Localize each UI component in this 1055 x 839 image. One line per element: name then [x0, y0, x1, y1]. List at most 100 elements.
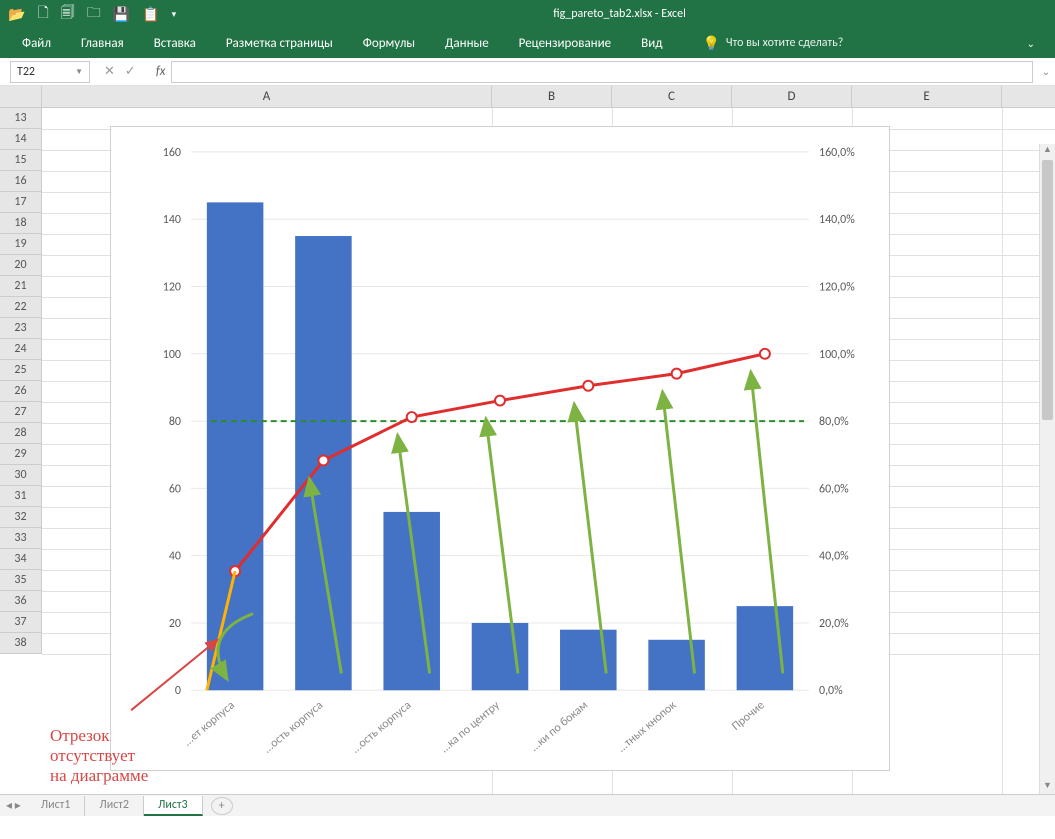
- pareto-chart[interactable]: 00,0%2020,0%4040,0%6060,0%8080,0%100100,…: [110, 126, 890, 771]
- row-header[interactable]: 15: [0, 150, 41, 171]
- bar: [560, 630, 617, 691]
- column-header[interactable]: A: [42, 86, 492, 107]
- copy-icon[interactable]: 🗐: [61, 2, 75, 26]
- bar: [648, 640, 705, 690]
- row-header[interactable]: 16: [0, 171, 41, 192]
- row-header[interactable]: 23: [0, 318, 41, 339]
- svg-text:0,0%: 0,0%: [819, 684, 843, 698]
- row-header[interactable]: 36: [0, 591, 41, 612]
- row-header[interactable]: 27: [0, 402, 41, 423]
- tell-me-placeholder: Что вы хотите сделать?: [726, 36, 843, 50]
- svg-text:40,0%: 40,0%: [819, 550, 849, 564]
- row-header[interactable]: 31: [0, 486, 41, 507]
- svg-text:140: 140: [163, 213, 181, 227]
- bar: [472, 623, 529, 690]
- ribbon-expand-icon[interactable]: ⌄: [1027, 37, 1035, 50]
- tab-insert[interactable]: Вставка: [152, 32, 198, 55]
- folder-icon[interactable]: 🗀: [87, 2, 101, 26]
- row-header[interactable]: 38: [0, 633, 41, 654]
- category-label: ...ость корпуса: [261, 699, 326, 757]
- formula-bar-expand-icon[interactable]: ⌄: [1037, 65, 1055, 78]
- open-icon[interactable]: 📂: [8, 6, 25, 23]
- sheet-tab[interactable]: Лист1: [27, 796, 86, 816]
- window-title: fig_pareto_tab2.xlsx - Excel: [184, 7, 1055, 21]
- row-header[interactable]: 18: [0, 213, 41, 234]
- tab-home[interactable]: Главная: [79, 32, 126, 55]
- row-header[interactable]: 17: [0, 192, 41, 213]
- sheet-nav[interactable]: ◂ ▸: [0, 798, 27, 813]
- row-header[interactable]: 34: [0, 549, 41, 570]
- category-label: ...ка по центру: [438, 698, 503, 756]
- category-label: Прочие: [729, 699, 767, 734]
- cumulative-marker: [672, 369, 682, 379]
- column-header[interactable]: B: [492, 86, 612, 107]
- category-label: ...тных кнопок: [615, 698, 680, 755]
- svg-text:100,0%: 100,0%: [819, 348, 855, 362]
- row-header[interactable]: 14: [0, 129, 41, 150]
- ribbon-tabs: Файл Главная Вставка Разметка страницы Ф…: [0, 28, 1055, 58]
- enter-formula-icon[interactable]: ✓: [125, 64, 136, 79]
- sheet-tabs-bar: ◂ ▸ Лист1Лист2Лист3 +: [0, 794, 1055, 816]
- svg-text:120: 120: [163, 280, 181, 294]
- row-header[interactable]: 19: [0, 234, 41, 255]
- add-sheet-button[interactable]: +: [211, 797, 233, 815]
- category-label: ...ет корпуса: [181, 699, 238, 750]
- tell-me-search[interactable]: 💡 Что вы хотите сделать?: [702, 35, 843, 52]
- scroll-down-icon[interactable]: ▼: [1040, 780, 1055, 794]
- scrollbar-thumb[interactable]: [1042, 160, 1053, 420]
- tab-review[interactable]: Рецензирование: [517, 32, 613, 55]
- tab-file[interactable]: Файл: [20, 32, 53, 55]
- sheet-tab[interactable]: Лист2: [85, 796, 144, 816]
- row-header[interactable]: 24: [0, 339, 41, 360]
- svg-text:60,0%: 60,0%: [819, 482, 849, 496]
- svg-text:80,0%: 80,0%: [819, 415, 849, 429]
- svg-text:60: 60: [169, 482, 181, 496]
- green-arrow: [662, 392, 694, 674]
- row-header[interactable]: 28: [0, 423, 41, 444]
- row-header[interactable]: 26: [0, 381, 41, 402]
- vertical-scrollbar[interactable]: ▲ ▼: [1039, 144, 1055, 794]
- row-header[interactable]: 21: [0, 276, 41, 297]
- row-header[interactable]: 20: [0, 255, 41, 276]
- svg-text:20: 20: [169, 617, 181, 631]
- tab-data[interactable]: Данные: [443, 32, 491, 55]
- svg-text:120,0%: 120,0%: [819, 280, 855, 294]
- fx-label[interactable]: fx: [156, 64, 166, 79]
- svg-text:100: 100: [163, 348, 181, 362]
- cancel-formula-icon[interactable]: ✕: [104, 64, 115, 79]
- tab-page-layout[interactable]: Разметка страницы: [224, 32, 335, 55]
- formula-bar-buttons: ✕ ✓ fx: [104, 64, 165, 79]
- paste-icon[interactable]: 📋: [142, 6, 159, 23]
- title-bar: 📂 🗋 🗐 🗀 💾 📋 ▾ fig_pareto_tab2.xlsx - Exc…: [0, 0, 1055, 28]
- row-header[interactable]: 33: [0, 528, 41, 549]
- worksheet-grid[interactable]: ABCDE 1314151617181920212223242526272829…: [0, 86, 1055, 816]
- svg-text:160,0%: 160,0%: [819, 146, 855, 160]
- row-header[interactable]: 37: [0, 612, 41, 633]
- qat-dropdown-icon[interactable]: ▾: [172, 9, 177, 20]
- row-header[interactable]: 22: [0, 297, 41, 318]
- row-header[interactable]: 29: [0, 444, 41, 465]
- sheet-tab[interactable]: Лист3: [144, 796, 203, 816]
- tab-formulas[interactable]: Формулы: [361, 32, 417, 55]
- row-header[interactable]: 13: [0, 108, 41, 129]
- name-box-value: T22: [17, 65, 35, 79]
- row-header[interactable]: 32: [0, 507, 41, 528]
- scroll-up-icon[interactable]: ▲: [1040, 144, 1055, 158]
- formula-bar-input[interactable]: [171, 61, 1033, 83]
- column-headers: ABCDE: [0, 86, 1055, 108]
- column-header[interactable]: E: [852, 86, 1002, 107]
- name-box[interactable]: T22 ▼: [10, 61, 90, 83]
- svg-text:140,0%: 140,0%: [819, 213, 855, 227]
- column-header[interactable]: D: [732, 86, 852, 107]
- row-header[interactable]: 35: [0, 570, 41, 591]
- category-label: ...ость корпуса: [349, 699, 414, 757]
- column-header[interactable]: C: [612, 86, 732, 107]
- name-box-dropdown-icon[interactable]: ▼: [75, 67, 83, 77]
- row-header[interactable]: 30: [0, 465, 41, 486]
- new-file-icon[interactable]: 🗋: [37, 2, 48, 26]
- select-all-corner[interactable]: [0, 86, 42, 107]
- row-header[interactable]: 25: [0, 360, 41, 381]
- svg-text:0: 0: [175, 684, 181, 698]
- tab-view[interactable]: Вид: [639, 32, 664, 55]
- save-icon[interactable]: 💾: [113, 6, 130, 23]
